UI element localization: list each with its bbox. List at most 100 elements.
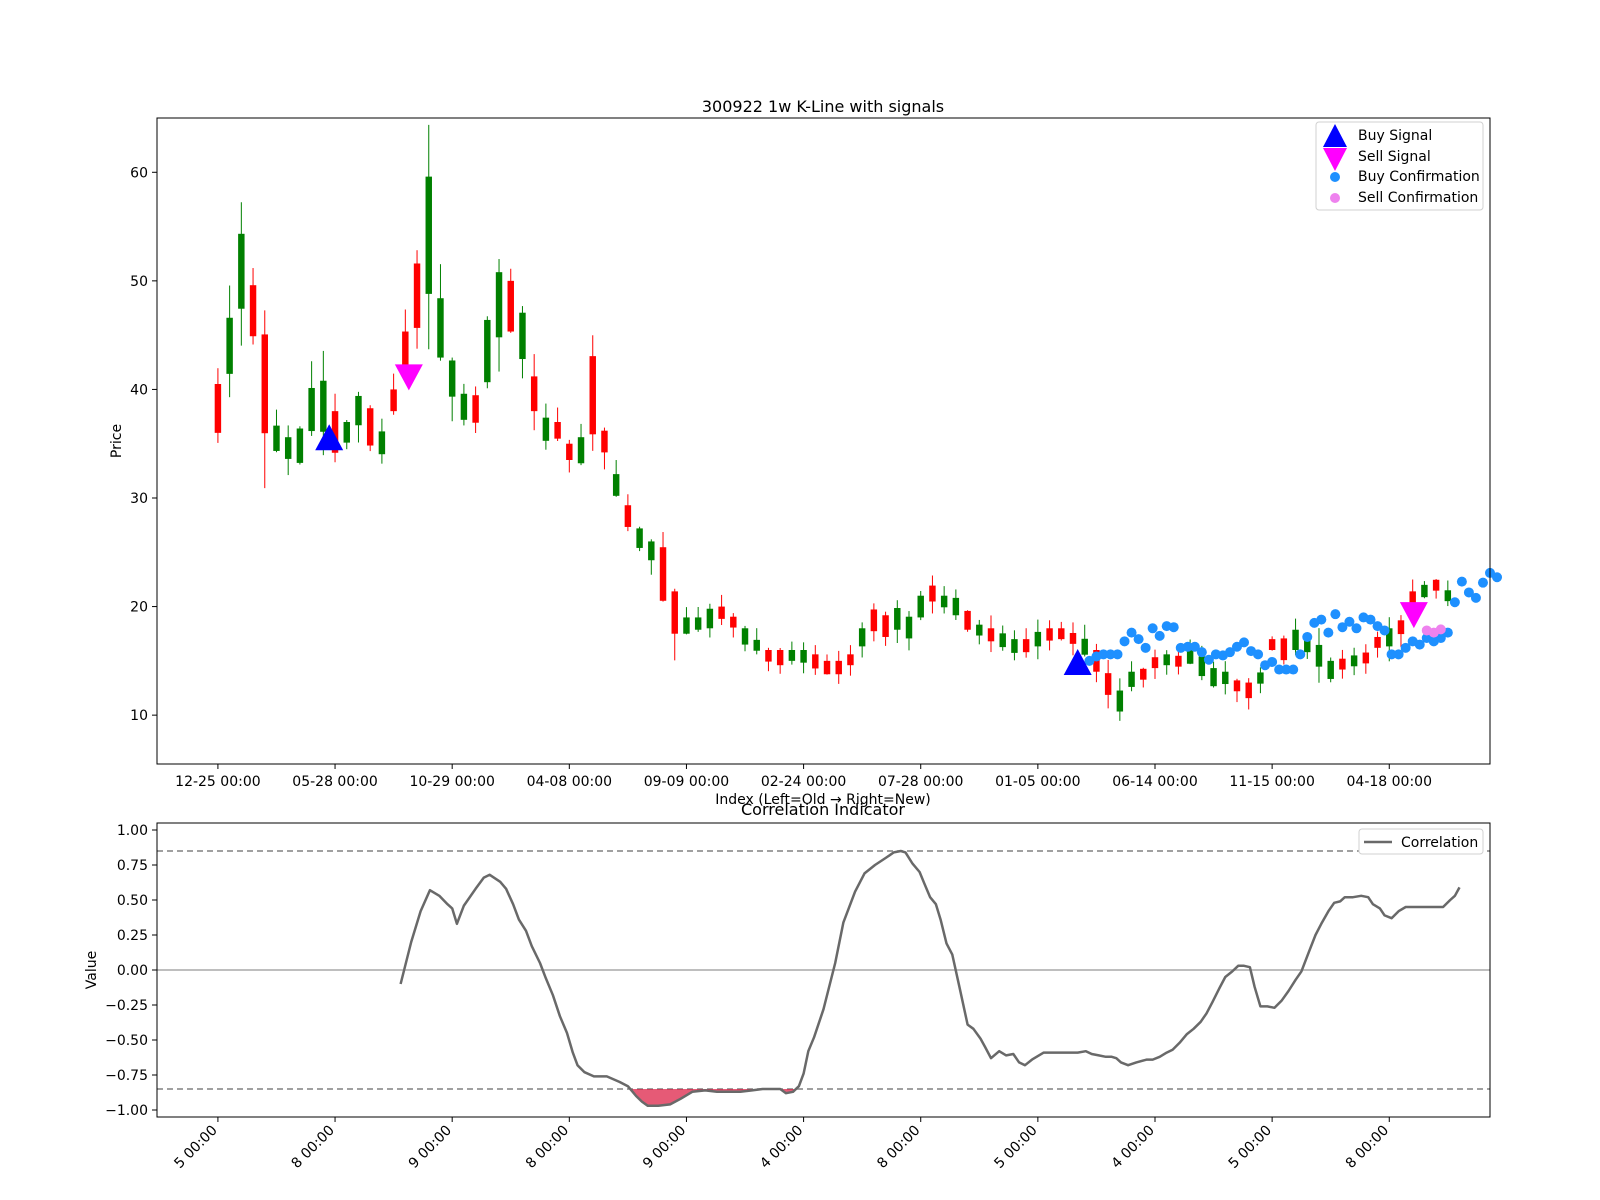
sell-confirmation-point <box>1435 624 1446 635</box>
candle-body <box>765 650 772 662</box>
buy-confirmation-point <box>1288 664 1299 675</box>
price-y-tick-label: 60 <box>130 165 148 181</box>
buy-confirmation-point <box>1470 592 1481 603</box>
corr-chart-title: Correlation Indicator <box>741 800 905 819</box>
candle-body <box>238 233 245 309</box>
price-x-tick-label: 05-28 00:00 <box>292 774 377 790</box>
candle-body <box>706 608 714 629</box>
candle-body <box>226 317 233 374</box>
candle-body <box>987 628 995 642</box>
candle-body <box>1140 668 1147 680</box>
price-x-tick-label: 11-15 00:00 <box>1229 774 1314 790</box>
candle-body <box>343 422 350 443</box>
candle-body <box>261 334 268 434</box>
corr-y-tick-label: −0.75 <box>105 1068 148 1084</box>
candle-body <box>1163 654 1170 666</box>
candle-body <box>402 331 409 366</box>
buy-confirmation-point <box>1330 609 1341 620</box>
candle-body <box>1362 652 1370 664</box>
price-y-tick-label: 50 <box>130 274 148 290</box>
buy-confirmation-point <box>1168 622 1179 633</box>
candle-body <box>495 272 503 338</box>
correlation-line <box>399 849 1461 1108</box>
candles <box>214 124 1452 721</box>
corr-y-tick-label: 0.25 <box>117 928 148 944</box>
candle-body <box>1186 650 1194 664</box>
candle-body <box>847 654 854 666</box>
corr-y-tick-label: −1.00 <box>105 1103 148 1119</box>
price-x-tick-label: 09-09 00:00 <box>644 774 729 790</box>
candle-body <box>894 608 901 630</box>
candle-body <box>1151 657 1159 669</box>
candle-body <box>1268 639 1276 650</box>
price-y-tick-label: 30 <box>130 491 148 507</box>
candle-body <box>554 422 561 439</box>
price-x-tick-label: 10-29 00:00 <box>409 774 494 790</box>
corr-y-tick-label: 0.50 <box>117 893 148 909</box>
candle-body <box>1046 628 1053 641</box>
price-chart-title: 300922 1w K-Line with signals <box>702 97 944 116</box>
buy-confirmation-point <box>1133 634 1144 645</box>
corr-x-tick-label: 4 00:00 <box>757 1123 806 1172</box>
buy-confirmation-point <box>1253 649 1264 660</box>
candle-body <box>1210 668 1217 687</box>
candle-body <box>1069 632 1077 644</box>
corr-x-tick-label: 8 00:00 <box>874 1123 923 1172</box>
legend-sell-confirmation-marker <box>1330 193 1340 203</box>
candle-body <box>812 654 819 669</box>
candle-body <box>835 660 842 675</box>
candle-body <box>1350 655 1358 667</box>
candle-body <box>1421 584 1428 598</box>
corr-legend-label: Correlation <box>1401 835 1478 851</box>
candle-body <box>484 319 491 383</box>
corr-legend: Correlation <box>1358 828 1484 855</box>
corr-x-tick-label: 8 00:00 <box>289 1123 338 1172</box>
candle-body <box>1374 636 1381 648</box>
candle-body <box>776 650 784 666</box>
candle-body <box>1011 639 1018 653</box>
price-y-tick-label: 40 <box>130 382 148 398</box>
candle-body <box>659 547 667 601</box>
candle-body <box>542 417 550 441</box>
candle-body <box>566 443 573 460</box>
buy-confirmation-point <box>1323 627 1334 638</box>
candle-body <box>425 176 432 294</box>
candle-body <box>976 624 983 636</box>
candle-body <box>964 610 971 630</box>
corr-x-tick-label: 8 00:00 <box>1343 1123 1392 1172</box>
price-legend: Buy Signal Sell Signal Buy Confirmation … <box>1315 121 1484 211</box>
candle-body <box>1432 579 1440 591</box>
candle-body <box>1280 638 1288 661</box>
candle-body <box>683 617 690 634</box>
candle-body <box>214 384 222 433</box>
price-x-tick-label: 06-14 00:00 <box>1112 774 1197 790</box>
candle-body <box>694 617 702 630</box>
buy-confirmation-point <box>1302 631 1313 642</box>
candle-body <box>1257 672 1264 684</box>
price-x-tick-label: 01-05 00:00 <box>995 774 1080 790</box>
corr-x-tick-label: 9 00:00 <box>406 1123 455 1172</box>
candle-body <box>249 285 257 337</box>
candle-body <box>1222 671 1229 685</box>
corr-y-tick-label: 0.00 <box>117 963 148 979</box>
price-x-tick-label: 04-18 00:00 <box>1347 774 1432 790</box>
buy-confirmation-point <box>1351 623 1362 634</box>
corr-x-tick-label: 5 00:00 <box>171 1123 220 1172</box>
candle-body <box>273 425 280 451</box>
price-y-tick-label: 10 <box>130 708 148 724</box>
candle-body <box>882 615 889 637</box>
candle-body <box>296 428 304 463</box>
candle-body <box>589 356 596 435</box>
candle-body <box>1327 660 1334 679</box>
corr-y-tick-label: 1.00 <box>117 823 148 839</box>
candle-body <box>823 660 831 675</box>
candle-body <box>905 616 913 639</box>
buy-confirmation-point <box>1449 597 1460 608</box>
candle-body <box>1444 590 1452 602</box>
buy-confirmation-point <box>1456 576 1467 587</box>
candle-body <box>437 298 444 358</box>
buy-confirmation-point <box>1112 649 1123 660</box>
candle-body <box>448 360 456 397</box>
candle-body <box>870 609 878 632</box>
corr-x-tick-label: 8 00:00 <box>523 1123 572 1172</box>
